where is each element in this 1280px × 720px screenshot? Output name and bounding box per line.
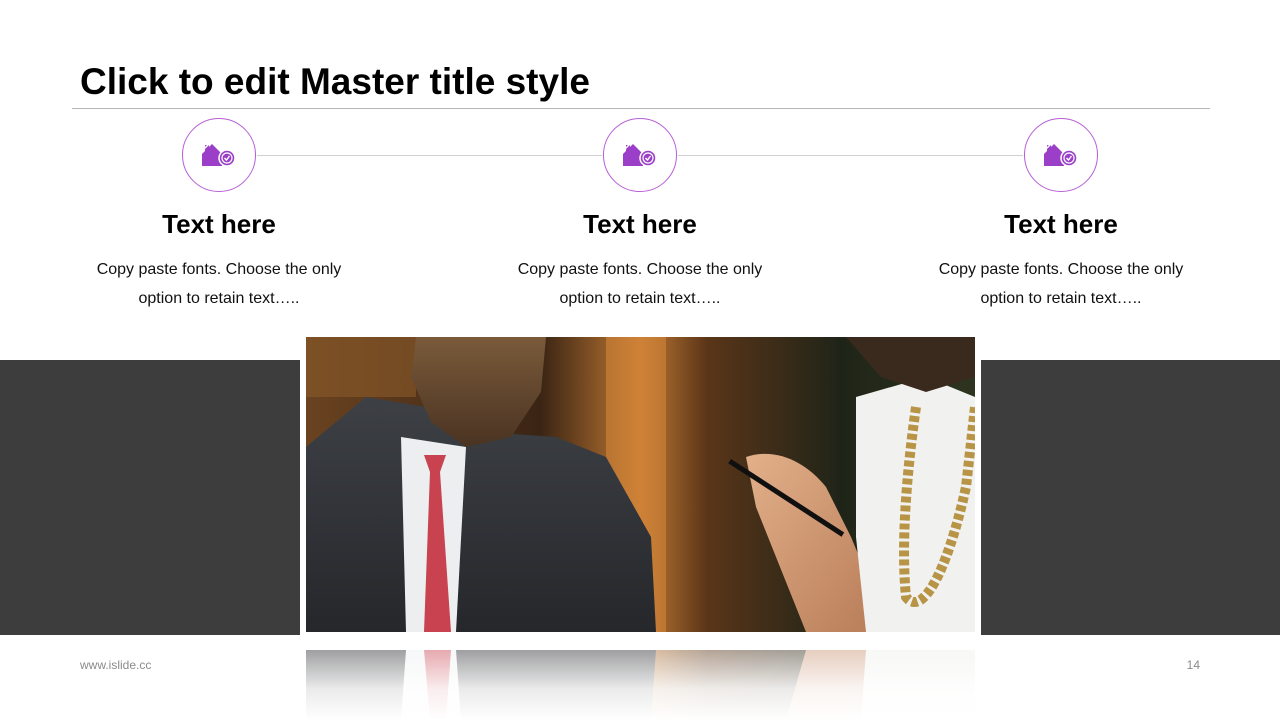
house-badge-icon xyxy=(199,140,236,167)
slide-title[interactable]: Click to edit Master title style xyxy=(80,60,590,104)
title-divider xyxy=(72,108,1210,109)
reflection-fade xyxy=(306,650,975,720)
page-number: 14 xyxy=(1186,658,1200,672)
house-badge-icon xyxy=(1041,140,1078,167)
step-icon-circle xyxy=(603,118,677,192)
photo-reflection xyxy=(306,650,975,720)
step-item-2: Text here Copy paste fonts. Choose the o… xyxy=(490,118,790,313)
footer-website: www.islide.cc xyxy=(80,658,152,672)
step-heading[interactable]: Text here xyxy=(490,207,790,241)
slide: Click to edit Master title style Text he… xyxy=(0,0,1280,720)
step-description[interactable]: Copy paste fonts. Choose the only option… xyxy=(931,255,1191,313)
step-icon-circle xyxy=(182,118,256,192)
meeting-photo[interactable] xyxy=(306,337,975,632)
step-item-1: Text here Copy paste fonts. Choose the o… xyxy=(69,118,369,313)
step-description[interactable]: Copy paste fonts. Choose the only option… xyxy=(89,255,349,313)
step-heading[interactable]: Text here xyxy=(69,207,369,241)
meeting-photo-art xyxy=(306,337,975,632)
step-icon-circle xyxy=(1024,118,1098,192)
step-heading[interactable]: Text here xyxy=(911,207,1211,241)
step-item-3: Text here Copy paste fonts. Choose the o… xyxy=(911,118,1211,313)
dark-band-left xyxy=(0,360,300,635)
house-badge-icon xyxy=(620,140,657,167)
step-description[interactable]: Copy paste fonts. Choose the only option… xyxy=(510,255,770,313)
dark-band-right xyxy=(981,360,1280,635)
